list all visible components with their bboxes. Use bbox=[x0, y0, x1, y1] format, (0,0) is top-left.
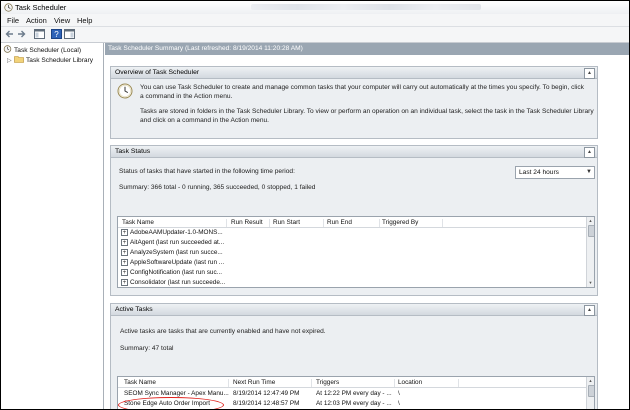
title-bar[interactable]: Task Scheduler bbox=[1, 1, 629, 15]
col-triggered-by[interactable]: Triggered By bbox=[382, 219, 443, 227]
expand-plus-icon[interactable]: + bbox=[121, 229, 128, 236]
clock-icon bbox=[117, 83, 133, 99]
grid-header: Task Name Next Run Time Triggers Locatio… bbox=[118, 377, 586, 388]
summary-content: Overview of Task Scheduler ▲ You can use… bbox=[105, 56, 629, 409]
overview-text-2b: and click on a command in the Action men… bbox=[140, 117, 270, 124]
overview-header[interactable]: Overview of Task Scheduler ▲ bbox=[111, 67, 597, 79]
folder-icon bbox=[14, 56, 24, 63]
collapse-icon[interactable]: ▲ bbox=[584, 68, 595, 79]
overview-section: Overview of Task Scheduler ▲ You can use… bbox=[110, 66, 598, 139]
active-tasks-description: Active tasks are tasks that are currentl… bbox=[120, 328, 326, 335]
grid-header: Task Name Run Result Run Start Run End T… bbox=[118, 217, 586, 228]
expand-arrow-icon[interactable]: ▷ bbox=[7, 57, 14, 64]
summary-header: Task Scheduler Summary (Last refreshed: … bbox=[105, 43, 629, 55]
task-status-grid: Task Name Run Result Run Start Run End T… bbox=[117, 216, 595, 288]
col-location[interactable]: Location bbox=[398, 379, 459, 387]
col-task-name[interactable]: Task Name bbox=[124, 379, 229, 387]
col-run-end[interactable]: Run End bbox=[327, 219, 380, 227]
window-title: Task Scheduler bbox=[15, 3, 67, 12]
expand-plus-icon[interactable]: + bbox=[121, 239, 128, 246]
overview-text-2a: Tasks are stored in folders in the Task … bbox=[140, 108, 594, 115]
scroll-down-icon[interactable]: ▼ bbox=[587, 279, 594, 286]
time-period-dropdown[interactable]: Last 24 hours ▼ bbox=[515, 166, 595, 179]
forward-arrow-icon[interactable] bbox=[16, 29, 27, 39]
expand-plus-icon[interactable]: + bbox=[121, 259, 128, 266]
toolbar: ? bbox=[1, 27, 629, 43]
menu-help[interactable]: Help bbox=[77, 16, 92, 25]
col-task-name[interactable]: Task Name bbox=[122, 219, 227, 227]
scroll-thumb[interactable] bbox=[588, 385, 594, 397]
svg-text:?: ? bbox=[54, 30, 59, 39]
menu-bar: File Action View Help bbox=[1, 14, 629, 27]
vertical-scrollbar[interactable]: ▲ bbox=[586, 377, 594, 409]
chevron-down-icon: ▼ bbox=[586, 169, 592, 175]
task-status-section: Task Status ▲ Status of tasks that have … bbox=[110, 145, 598, 296]
menu-view[interactable]: View bbox=[54, 16, 70, 25]
col-next-run-time[interactable]: Next Run Time bbox=[233, 379, 312, 387]
task-status-header[interactable]: Task Status ▲ bbox=[111, 146, 597, 158]
clock-icon bbox=[4, 3, 13, 12]
overview-text-1b: a command in the Action menu. bbox=[140, 93, 233, 100]
menu-file[interactable]: File bbox=[7, 16, 19, 25]
back-arrow-icon[interactable] bbox=[4, 29, 15, 39]
col-run-start[interactable]: Run Start bbox=[273, 219, 324, 227]
overview-text-1a: You can use Task Scheduler to create and… bbox=[140, 84, 584, 91]
collapse-icon[interactable]: ▲ bbox=[584, 147, 595, 158]
active-tasks-summary: Summary: 47 total bbox=[120, 345, 174, 352]
clock-icon bbox=[3, 45, 12, 53]
tree-item-library[interactable]: ▷ Task Scheduler Library bbox=[7, 55, 93, 65]
col-triggers[interactable]: Triggers bbox=[316, 379, 395, 387]
expand-plus-icon[interactable]: + bbox=[121, 279, 128, 286]
active-tasks-grid: Task Name Next Run Time Triggers Locatio… bbox=[117, 376, 595, 409]
blurred-region bbox=[251, 4, 481, 10]
status-period-label: Status of tasks that have started in the… bbox=[119, 168, 295, 175]
vertical-scrollbar[interactable]: ▲ ▼ bbox=[586, 217, 594, 287]
scroll-up-icon[interactable]: ▲ bbox=[587, 377, 594, 384]
show-hide-tree-icon[interactable] bbox=[34, 29, 45, 39]
expand-plus-icon[interactable]: + bbox=[121, 269, 128, 276]
scroll-up-icon[interactable]: ▲ bbox=[587, 217, 594, 224]
expand-plus-icon[interactable]: + bbox=[121, 249, 128, 256]
menu-action[interactable]: Action bbox=[26, 16, 47, 25]
help-icon[interactable]: ? bbox=[51, 29, 62, 39]
tree-item-local[interactable]: Task Scheduler (Local) bbox=[3, 45, 81, 55]
task-scheduler-window: Task Scheduler File Action View Help ? T… bbox=[0, 0, 630, 410]
console-tree: Task Scheduler (Local) ▷ Task Scheduler … bbox=[1, 43, 104, 409]
collapse-icon[interactable]: ▲ bbox=[584, 305, 595, 316]
active-tasks-section: Active Tasks ▲ Active tasks are tasks th… bbox=[110, 303, 598, 409]
active-tasks-header[interactable]: Active Tasks ▲ bbox=[111, 304, 597, 316]
highlight-ellipse bbox=[118, 397, 224, 409]
status-summary: Summary: 366 total - 0 running, 365 succ… bbox=[119, 184, 316, 191]
scroll-thumb[interactable] bbox=[588, 225, 594, 237]
show-hide-action-pane-icon[interactable] bbox=[64, 29, 75, 39]
col-run-result[interactable]: Run Result bbox=[231, 219, 270, 227]
